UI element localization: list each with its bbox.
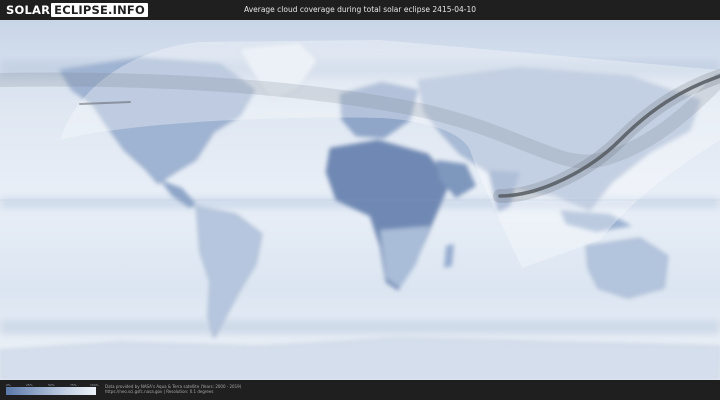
map-title: Average cloud coverage during total sola… (244, 5, 476, 14)
cloud-coverage-map (0, 20, 720, 380)
cloud-coverage-legend (6, 387, 96, 395)
antarctica (0, 337, 720, 380)
credit-line-2: https://neo.sci.gsfc.nasa.gov | Resoluti… (105, 389, 214, 394)
data-credit: Data provided by NASA's Aqua & Terra sat… (105, 384, 241, 394)
